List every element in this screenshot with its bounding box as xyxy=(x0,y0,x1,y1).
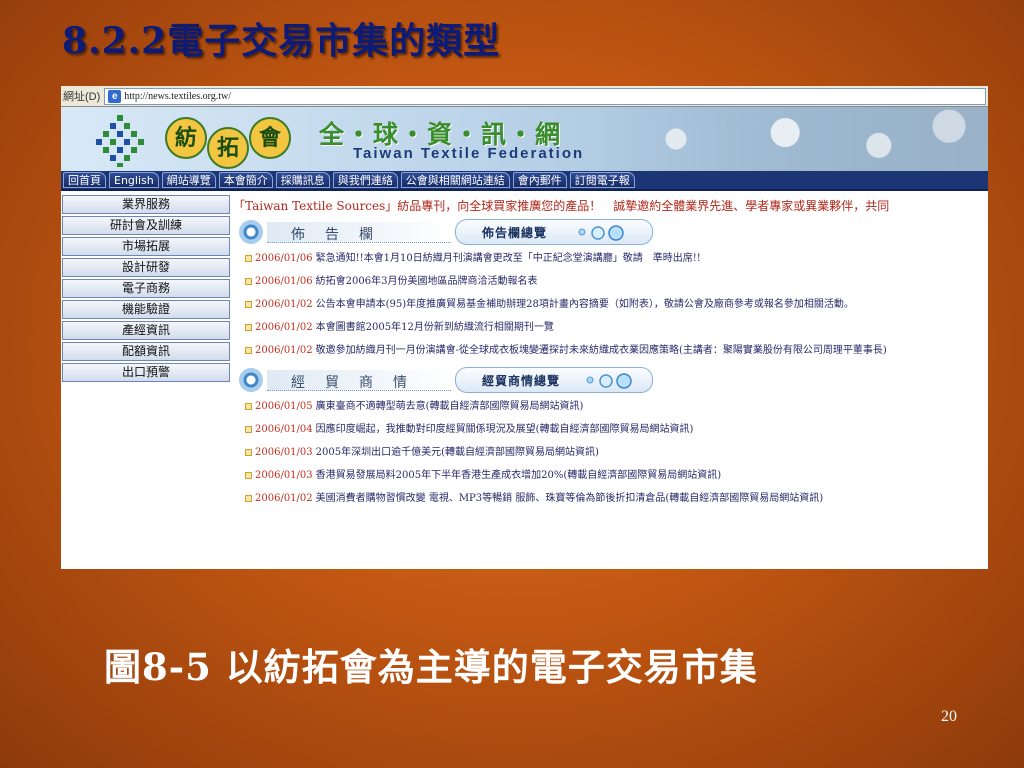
url-text: http://news.textiles.org.tw/ xyxy=(124,90,232,102)
list-item[interactable]: 2006/01/04 因應印度崛起，我推動對印度經貿關係現況及展望(轉載自經濟部國… xyxy=(233,422,985,437)
news-date: 2006/01/02 xyxy=(255,322,313,333)
bullet-square-icon xyxy=(245,255,252,262)
dot-grid-logo-icon xyxy=(96,115,144,167)
news-title[interactable]: 緊急通知!!本會1月10日紡織月刊演講會更改至「中正紀念堂演講廳」敬請 準時出席… xyxy=(316,253,701,264)
nav-english[interactable]: English xyxy=(109,172,159,188)
trade-section-header: 經貿商情 經貿商情總覽 xyxy=(233,366,985,396)
sidebar-item-industry-services[interactable]: 業界服務 xyxy=(62,195,230,214)
news-title[interactable]: 香港貿易發展局料2005年下半年香港生產成衣增加20%(轉載自經濟部國際貿易局網… xyxy=(316,470,721,481)
address-label: 網址(D) xyxy=(63,91,101,103)
list-item[interactable]: 2006/01/02 本會圖書館2005年12月份新到紡織流行相關期刊一覽 xyxy=(233,320,985,335)
bullet-square-icon xyxy=(245,324,252,331)
nav-mail[interactable]: 會內郵件 xyxy=(512,172,567,188)
slide-title: 8.2.2電子交易市集的類型 xyxy=(62,20,501,62)
bulletin-overview-button[interactable]: 佈告欄總覽 xyxy=(455,219,653,245)
disc-icon xyxy=(239,220,263,244)
main-content: 「Taiwan Textile Sources」紡品專刊，向全球買家推廣您的產品… xyxy=(233,198,985,514)
address-bar: 網址(D) e http://news.textiles.org.tw/ xyxy=(61,86,988,107)
list-item[interactable]: 2006/01/02 敬邀參加紡織月刊一月份演講會-從全球成衣板塊變遷探討未來紡織… xyxy=(233,343,985,358)
bullet-square-icon xyxy=(245,495,252,502)
nav-newsletter[interactable]: 訂閱電子報 xyxy=(569,172,635,188)
nav-contact[interactable]: 與我們連絡 xyxy=(332,172,398,188)
nav-about[interactable]: 本會簡介 xyxy=(218,172,273,188)
list-item[interactable]: 2006/01/06 緊急通知!!本會1月10日紡織月刊演講會更改至「中正紀念堂演… xyxy=(233,251,985,266)
figure-caption: 圖8-5 以紡拓會為主導的電子交易市集 xyxy=(104,645,758,689)
news-date: 2006/01/06 xyxy=(255,276,313,287)
trade-section-label: 經貿商情 xyxy=(291,375,427,391)
sidebar-item-seminars[interactable]: 研討會及訓練 xyxy=(62,216,230,235)
website-screenshot: 網址(D) e http://news.textiles.org.tw/ 紡 拓… xyxy=(61,86,988,569)
bulletin-section-header: 佈告欄 佈告欄總覽 xyxy=(233,218,985,248)
list-item[interactable]: 2006/01/02 公告本會申請本(95)年度推廣貿易基金補助辦理28項計畫內容… xyxy=(233,297,985,312)
bubble-dots-icon xyxy=(578,225,624,241)
logo-seal-3: 會 xyxy=(249,117,291,159)
news-date: 2006/01/03 xyxy=(255,470,313,481)
sidebar-menu: 業界服務 研討會及訓練 市場拓展 設計研發 電子商務 機能驗證 產經資訊 配額資… xyxy=(62,195,230,384)
scrolling-announcement[interactable]: 「Taiwan Textile Sources」紡品專刊，向全球買家推廣您的產品… xyxy=(233,198,985,214)
bullet-square-icon xyxy=(245,426,252,433)
url-field[interactable]: e http://news.textiles.org.tw/ xyxy=(104,87,986,105)
bulletin-section-label: 佈告欄 xyxy=(291,227,393,243)
news-title[interactable]: 敬邀參加紡織月刊一月份演講會-從全球成衣板塊變遷探討未來紡織成衣業因應策略(主講… xyxy=(316,345,887,356)
list-item[interactable]: 2006/01/03 2005年深圳出口逾千億美元(轉載自經濟部國際貿易局網站資訊… xyxy=(233,445,985,460)
bullet-square-icon xyxy=(245,301,252,308)
trade-news-list: 2006/01/05 廣東臺商不適轉型萌去意(轉載自經濟部國際貿易局網站資訊) 2… xyxy=(233,399,985,506)
news-title[interactable]: 紡拓會2006年3月份美國地區品牌商洽活動報名表 xyxy=(316,276,538,287)
news-title[interactable]: 公告本會申請本(95)年度推廣貿易基金補助辦理28項計畫內容摘要（如附表），敬請… xyxy=(316,299,854,310)
logo-seal-2: 拓 xyxy=(207,127,249,169)
site-banner: 紡 拓 會 全・球・資・訊・網 Taiwan Textile Federatio… xyxy=(61,107,988,171)
sidebar-item-testing[interactable]: 機能驗證 xyxy=(62,300,230,319)
disc-icon xyxy=(239,368,263,392)
nav-procurement[interactable]: 採購訊息 xyxy=(275,172,330,188)
bullet-square-icon xyxy=(245,449,252,456)
sidebar-item-export-alert[interactable]: 出口預警 xyxy=(62,363,230,382)
news-date: 2006/01/04 xyxy=(255,424,313,435)
bullet-square-icon xyxy=(245,472,252,479)
sidebar-item-ecommerce[interactable]: 電子商務 xyxy=(62,279,230,298)
trade-overview-button[interactable]: 經貿商情總覽 xyxy=(455,367,653,393)
browser-page-icon: e xyxy=(108,89,122,103)
bullet-square-icon xyxy=(245,403,252,410)
page-number: 20 xyxy=(941,708,957,725)
nav-links[interactable]: 公會與相關網站連結 xyxy=(400,172,510,188)
sidebar-item-quota[interactable]: 配額資訊 xyxy=(62,342,230,361)
news-title[interactable]: 廣東臺商不適轉型萌去意(轉載自經濟部國際貿易局網站資訊) xyxy=(316,401,584,412)
sidebar-item-market[interactable]: 市場拓展 xyxy=(62,237,230,256)
list-item[interactable]: 2006/01/02 美國消費者購物習慣改變 電視、MP3等暢銷 服飾、珠寶等倫為… xyxy=(233,491,985,506)
news-title[interactable]: 因應印度崛起，我推動對印度經貿關係現況及展望(轉載自經濟部國際貿易局網站資訊) xyxy=(316,424,694,435)
news-title[interactable]: 美國消費者購物習慣改變 電視、MP3等暢銷 服飾、珠寶等倫為節後折扣清倉品(轉載… xyxy=(316,493,824,504)
banner-english-title: Taiwan Textile Federation xyxy=(353,145,585,162)
nav-home[interactable]: 回首頁 xyxy=(63,172,106,188)
news-date: 2006/01/02 xyxy=(255,345,313,356)
bubble-dots-icon xyxy=(586,373,632,389)
textile-fiber-decoration xyxy=(598,107,988,171)
bulletin-list: 2006/01/06 緊急通知!!本會1月10日紡織月刊演講會更改至「中正紀念堂演… xyxy=(233,251,985,358)
news-date: 2006/01/02 xyxy=(255,493,313,504)
site-nav-bar: 回首頁 English 網站導覽 本會簡介 採購訊息 與我們連絡 公會與相關網站… xyxy=(61,171,988,191)
list-item[interactable]: 2006/01/03 香港貿易發展局料2005年下半年香港生產成衣增加20%(轉載… xyxy=(233,468,985,483)
news-title[interactable]: 2005年深圳出口逾千億美元(轉載自經濟部國際貿易局網站資訊) xyxy=(316,447,599,458)
news-date: 2006/01/05 xyxy=(255,401,313,412)
list-item[interactable]: 2006/01/06 紡拓會2006年3月份美國地區品牌商洽活動報名表 xyxy=(233,274,985,289)
logo-seal-1: 紡 xyxy=(165,117,207,159)
nav-sitemap[interactable]: 網站導覽 xyxy=(161,172,216,188)
bullet-square-icon xyxy=(245,278,252,285)
news-title[interactable]: 本會圖書館2005年12月份新到紡織流行相關期刊一覽 xyxy=(316,322,554,333)
list-item[interactable]: 2006/01/05 廣東臺商不適轉型萌去意(轉載自經濟部國際貿易局網站資訊) xyxy=(233,399,985,414)
bullet-square-icon xyxy=(245,347,252,354)
sidebar-item-design[interactable]: 設計研發 xyxy=(62,258,230,277)
news-date: 2006/01/03 xyxy=(255,447,313,458)
news-date: 2006/01/06 xyxy=(255,253,313,264)
news-date: 2006/01/02 xyxy=(255,299,313,310)
sidebar-item-industry-info[interactable]: 產經資訊 xyxy=(62,321,230,340)
trade-overview-label: 經貿商情總覽 xyxy=(482,374,561,388)
bulletin-overview-label: 佈告欄總覽 xyxy=(482,226,548,240)
